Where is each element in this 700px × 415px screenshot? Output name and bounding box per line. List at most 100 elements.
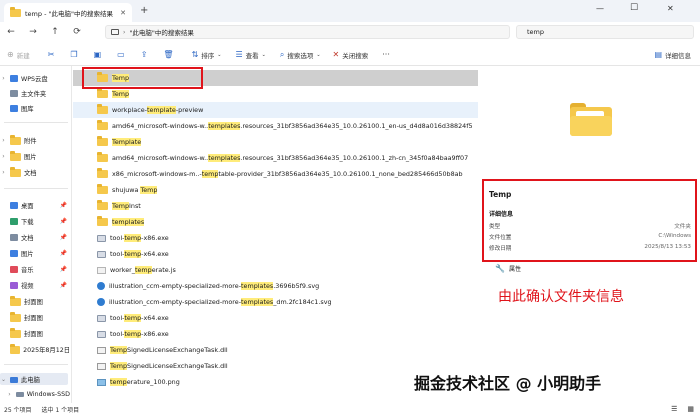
close-window-button[interactable]: ✕ (667, 4, 674, 13)
list-item[interactable]: tool-temp-x64.exe (73, 246, 478, 262)
minimize-button[interactable]: — (596, 4, 604, 13)
maximize-button[interactable]: ☐ (630, 3, 638, 13)
picture-icon (10, 250, 18, 257)
sidebar-item-gallery[interactable]: 图库 (0, 102, 70, 115)
sidebar-item-cover-2[interactable]: 封面图 (0, 311, 70, 324)
item-count: 25 个项目 (4, 406, 32, 414)
cut-button[interactable]: ✂ (45, 47, 58, 63)
list-item[interactable]: Template (73, 134, 478, 150)
copy-button[interactable]: ❐ (67, 47, 80, 63)
file-name: TempSignedLicenseExchangeTask.dll (110, 362, 228, 370)
copy-icon: ❐ (70, 50, 78, 59)
sidebar-item-documents[interactable]: 文档 📌 (0, 231, 70, 244)
folder-icon (97, 136, 108, 146)
up-arrow-icon[interactable]: ↑ (44, 27, 66, 37)
sidebar-item-music[interactable]: 音乐 📌 (0, 263, 70, 276)
sidebar-item-wps-cloud[interactable]: › WPS云盘 (0, 72, 70, 85)
list-item[interactable]: tool-temp-x86.exe (73, 230, 478, 246)
delete-button[interactable]: 🗑 (160, 47, 176, 63)
sidebar-item-date-folder[interactable]: 2025年8月12日 (0, 343, 70, 356)
back-arrow-icon[interactable]: ← (0, 27, 22, 37)
sidebar-item-this-pc[interactable]: ⌄ 此电脑 (0, 373, 70, 386)
forward-arrow-icon[interactable]: → (22, 27, 44, 37)
sidebar-item-cover-3[interactable]: 封面图 (0, 327, 70, 340)
list-item[interactable]: tool-temp-x86.exe (73, 326, 478, 342)
exe-icon (97, 250, 106, 258)
pin-icon[interactable]: 📌 (60, 266, 67, 273)
list-item[interactable]: templates (73, 214, 478, 230)
list-view-icon[interactable]: ☰ (671, 405, 677, 413)
svg-file-icon (97, 298, 105, 306)
rename-button[interactable]: ▭ (114, 47, 128, 63)
refresh-icon[interactable]: ⟳ (66, 27, 88, 37)
file-name: tool-temp-x64.exe (110, 314, 169, 322)
more-options-button[interactable]: ··· (379, 47, 393, 63)
pin-icon[interactable]: 📌 (60, 282, 67, 289)
sidebar-item-downloads[interactable]: 下载 📌 (0, 215, 70, 228)
properties-label: 属性 (508, 266, 521, 273)
pin-icon[interactable]: 📌 (60, 250, 67, 257)
list-item[interactable]: TempSignedLicenseExchangeTask.dll (73, 342, 478, 358)
sidebar-item-cover-1[interactable]: 封面图 (0, 295, 70, 308)
list-item[interactable]: workplace-template-preview (73, 102, 478, 118)
folder-icon (10, 327, 21, 338)
watermark: 掘金技术社区 @ 小明助手 (414, 374, 602, 393)
details-pane-button[interactable]: ▤ 详细信息 (651, 47, 694, 63)
pin-icon[interactable]: 📌 (60, 234, 67, 241)
view-button[interactable]: ☰ 查看 ⌄ (232, 47, 268, 63)
list-item[interactable]: tool-temp-x64.exe (73, 310, 478, 326)
new-button[interactable]: ⊕ 新建 (4, 47, 33, 63)
list-item[interactable]: TempInst (73, 198, 478, 214)
pin-icon[interactable]: 📌 (60, 218, 67, 225)
chevron-down-icon: ⌄ (217, 51, 222, 58)
tab-search-results[interactable]: temp - "此电脑"中的搜索结果 ✕ (4, 3, 132, 22)
sidebar-item-desktop[interactable]: 桌面 📌 (0, 199, 70, 212)
sidebar-item-windows-ssd[interactable]: › Windows-SSD (0, 388, 70, 401)
sidebar-item-label: 音乐 (21, 267, 34, 274)
new-tab-button[interactable]: + (140, 5, 148, 16)
chevron-right-icon: › (2, 153, 5, 160)
sidebar-item-pictures-cloud[interactable]: › 图片 (0, 150, 70, 163)
status-bar: 25 个项目 选中 1 个项目 ☰ ▦ (0, 403, 700, 415)
search-input[interactable]: temp (516, 25, 694, 39)
file-list: Temp Temp workplace-template-preview amd… (73, 66, 480, 403)
tab-close-icon[interactable]: ✕ (120, 9, 126, 17)
sort-button[interactable]: ⇅ 排序 ⌄ (189, 47, 225, 63)
search-options-button[interactable]: ⌕ 搜索选项 ⌄ (277, 47, 324, 63)
sidebar-item-label: 封面图 (24, 315, 43, 322)
sidebar-item-pictures[interactable]: 图片 📌 (0, 247, 70, 260)
list-item[interactable]: x86_microsoft-windows-m..-temptable-prov… (73, 166, 478, 182)
grid-view-icon[interactable]: ▦ (687, 405, 694, 413)
folder-icon (97, 88, 108, 98)
sidebar-item-home[interactable]: 主文件夹 (0, 87, 70, 100)
file-name: Template (112, 138, 142, 146)
sidebar-item-videos[interactable]: 视频 📌 (0, 279, 70, 292)
sidebar-item-attachments[interactable]: › 附件 (0, 134, 70, 147)
gallery-icon (10, 105, 18, 112)
list-item[interactable]: illustration_ccm-empty-specialized-more-… (73, 294, 478, 310)
sidebar-item-documents-cloud[interactable]: › 文档 (0, 166, 70, 179)
properties-button[interactable]: 🔧 属性 (495, 264, 521, 273)
list-item[interactable]: worker_temperate.js (73, 262, 478, 278)
list-item[interactable]: illustration_ccm-empty-specialized-more-… (73, 278, 478, 294)
trash-icon: 🗑 (163, 50, 174, 59)
close-search-button[interactable]: ✕ 关闭搜索 (330, 47, 372, 63)
sidebar-item-label: 图片 (24, 154, 37, 161)
folder-icon (9, 343, 21, 354)
view-icon: ☰ (235, 50, 243, 59)
list-item[interactable]: shujuwa Temp (73, 182, 478, 198)
address-bar[interactable]: › "此电脑"中的搜索结果 (105, 25, 510, 39)
file-name: amd64_microsoft-windows-w..templates.res… (112, 154, 469, 162)
chevron-right-icon: › (8, 391, 11, 398)
list-item[interactable]: amd64_microsoft-windows-w..templates.res… (73, 150, 478, 166)
pin-icon[interactable]: 📌 (60, 202, 67, 209)
divider (4, 364, 68, 365)
share-button[interactable]: ⇪ (138, 47, 151, 63)
desktop-icon (10, 202, 18, 209)
paste-button[interactable]: ▣ (91, 47, 105, 63)
chevron-right-icon: › (2, 137, 5, 144)
selected-count: 选中 1 个项目 (41, 406, 80, 414)
address-path: "此电脑"中的搜索结果 (129, 29, 194, 37)
chevron-right-icon: › (123, 28, 126, 36)
list-item[interactable]: amd64_microsoft-windows-w..templates.res… (73, 118, 478, 134)
